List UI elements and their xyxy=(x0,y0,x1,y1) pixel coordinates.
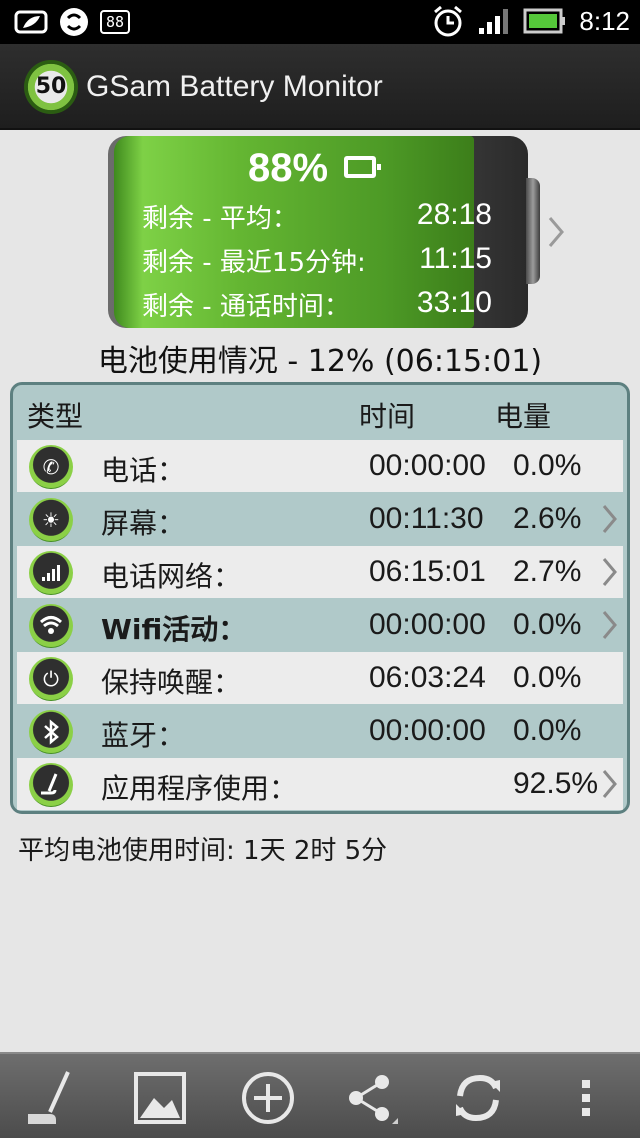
chevron-right-icon xyxy=(602,558,617,586)
usage-row-bluetooth[interactable]: 蓝牙： 00:00:00 0.0% xyxy=(17,705,623,757)
usage-summary-title: 电池使用情况 - 12% (06:15:01) xyxy=(97,344,543,379)
usage-table: 类型 时间 电量 ✆ 电话： 00:00:00 0.0% ☀ 屏幕： 00:11… xyxy=(10,382,630,814)
usage-row-keep-awake[interactable]: ⏻ 保持唤醒： 06:03:24 0.0% xyxy=(17,652,623,704)
battery-icon xyxy=(523,8,566,34)
remaining-value: 28:18 xyxy=(416,198,492,231)
alarm-icon xyxy=(434,5,463,37)
remaining-value: 11:15 xyxy=(419,242,492,275)
row-percent: 0.0% xyxy=(513,449,582,482)
row-percent: 0.0% xyxy=(513,714,582,747)
usage-row-phone[interactable]: ✆ 电话： 00:00:00 0.0% xyxy=(17,440,623,492)
row-percent: 0.0% xyxy=(513,608,582,641)
row-name: 电话网络： xyxy=(101,560,242,593)
cell-signal-icon xyxy=(29,551,73,595)
action-bar: 50 GSam Battery Monitor xyxy=(0,44,640,130)
notification-badge: 88 xyxy=(100,10,131,34)
add-icon[interactable] xyxy=(238,1068,298,1128)
remaining-label: 剩余 - 通话时间： xyxy=(142,292,350,322)
chevron-right-icon xyxy=(602,505,617,533)
signal-icon xyxy=(479,9,509,34)
app-usage-tool-icon[interactable] xyxy=(22,1068,82,1128)
row-time: 00:11:30 xyxy=(369,502,484,535)
battery-percent: 88% xyxy=(248,146,329,190)
remaining-recent-row: 剩余 - 最近15分钟: 11:15 xyxy=(142,242,492,282)
chevron-right-icon xyxy=(602,611,617,639)
remaining-call-row: 剩余 - 通话时间： 33:10 xyxy=(142,286,492,326)
row-percent: 92.5% xyxy=(513,767,599,800)
header-type: 类型 xyxy=(27,400,84,433)
row-percent: 2.6% xyxy=(513,502,582,535)
row-name: 屏幕： xyxy=(101,507,186,540)
phone-icon: ✆ xyxy=(29,445,73,489)
row-time: 00:00:00 xyxy=(369,608,486,641)
chevron-right-icon xyxy=(602,770,617,798)
bluetooth-icon xyxy=(29,710,73,754)
row-time: 00:00:00 xyxy=(369,449,486,482)
usage-row-wifi[interactable]: Wifi活动： 00:00:00 0.0% xyxy=(17,599,623,651)
row-time: 06:03:24 xyxy=(369,661,486,694)
app-logo-number: 50 xyxy=(35,74,67,99)
remaining-label: 剩余 - 最近15分钟: xyxy=(142,248,366,278)
app-logo-icon[interactable]: 50 xyxy=(24,60,78,114)
row-name: 电话： xyxy=(101,454,186,487)
remaining-value: 33:10 xyxy=(416,286,492,319)
row-time: 06:15:01 xyxy=(369,555,486,588)
remaining-average-row: 剩余 - 平均： 28:18 xyxy=(142,198,492,238)
clock: 8:12 xyxy=(579,5,630,36)
sync-icon xyxy=(60,8,88,36)
image-icon[interactable] xyxy=(130,1068,190,1128)
row-percent: 0.0% xyxy=(513,661,582,694)
app-title: GSam Battery Monitor xyxy=(86,70,383,103)
header-power: 电量 xyxy=(495,400,552,433)
row-time: 00:00:00 xyxy=(369,714,486,747)
bottom-toolbar xyxy=(0,1052,640,1138)
usage-row-screen[interactable]: ☀ 屏幕： 00:11:30 2.6% xyxy=(17,493,623,545)
battery-cap xyxy=(526,178,540,284)
row-percent: 2.7% xyxy=(513,555,582,588)
screen-brightness-icon: ☀ xyxy=(29,498,73,542)
refresh-icon[interactable] xyxy=(448,1068,508,1128)
row-name: 应用程序使用： xyxy=(101,772,298,805)
usage-row-cell-network[interactable]: 电话网络： 06:15:01 2.7% xyxy=(17,546,623,598)
battery-chevron-icon[interactable] xyxy=(546,214,566,250)
power-icon: ⏻ xyxy=(29,657,73,701)
header-time: 时间 xyxy=(359,400,416,433)
share-icon[interactable] xyxy=(342,1068,402,1128)
leaf-icon xyxy=(14,10,48,34)
status-bar: 88 8:12 xyxy=(0,0,640,44)
remaining-label: 剩余 - 平均： xyxy=(142,204,298,234)
row-name: 保持唤醒： xyxy=(101,666,242,699)
app-usage-icon xyxy=(29,763,73,807)
usage-row-app-usage[interactable]: 应用程序使用： 92.5% xyxy=(17,758,623,810)
table-header: 类型 时间 电量 xyxy=(13,385,627,439)
overflow-menu-icon[interactable] xyxy=(556,1068,616,1128)
row-name: Wifi活动： xyxy=(101,613,247,646)
wifi-icon xyxy=(29,604,73,648)
row-name: 蓝牙： xyxy=(101,719,186,752)
mini-battery-icon xyxy=(344,156,381,178)
average-usage-time: 平均电池使用时间: 1天 2时 5分 xyxy=(18,836,388,866)
